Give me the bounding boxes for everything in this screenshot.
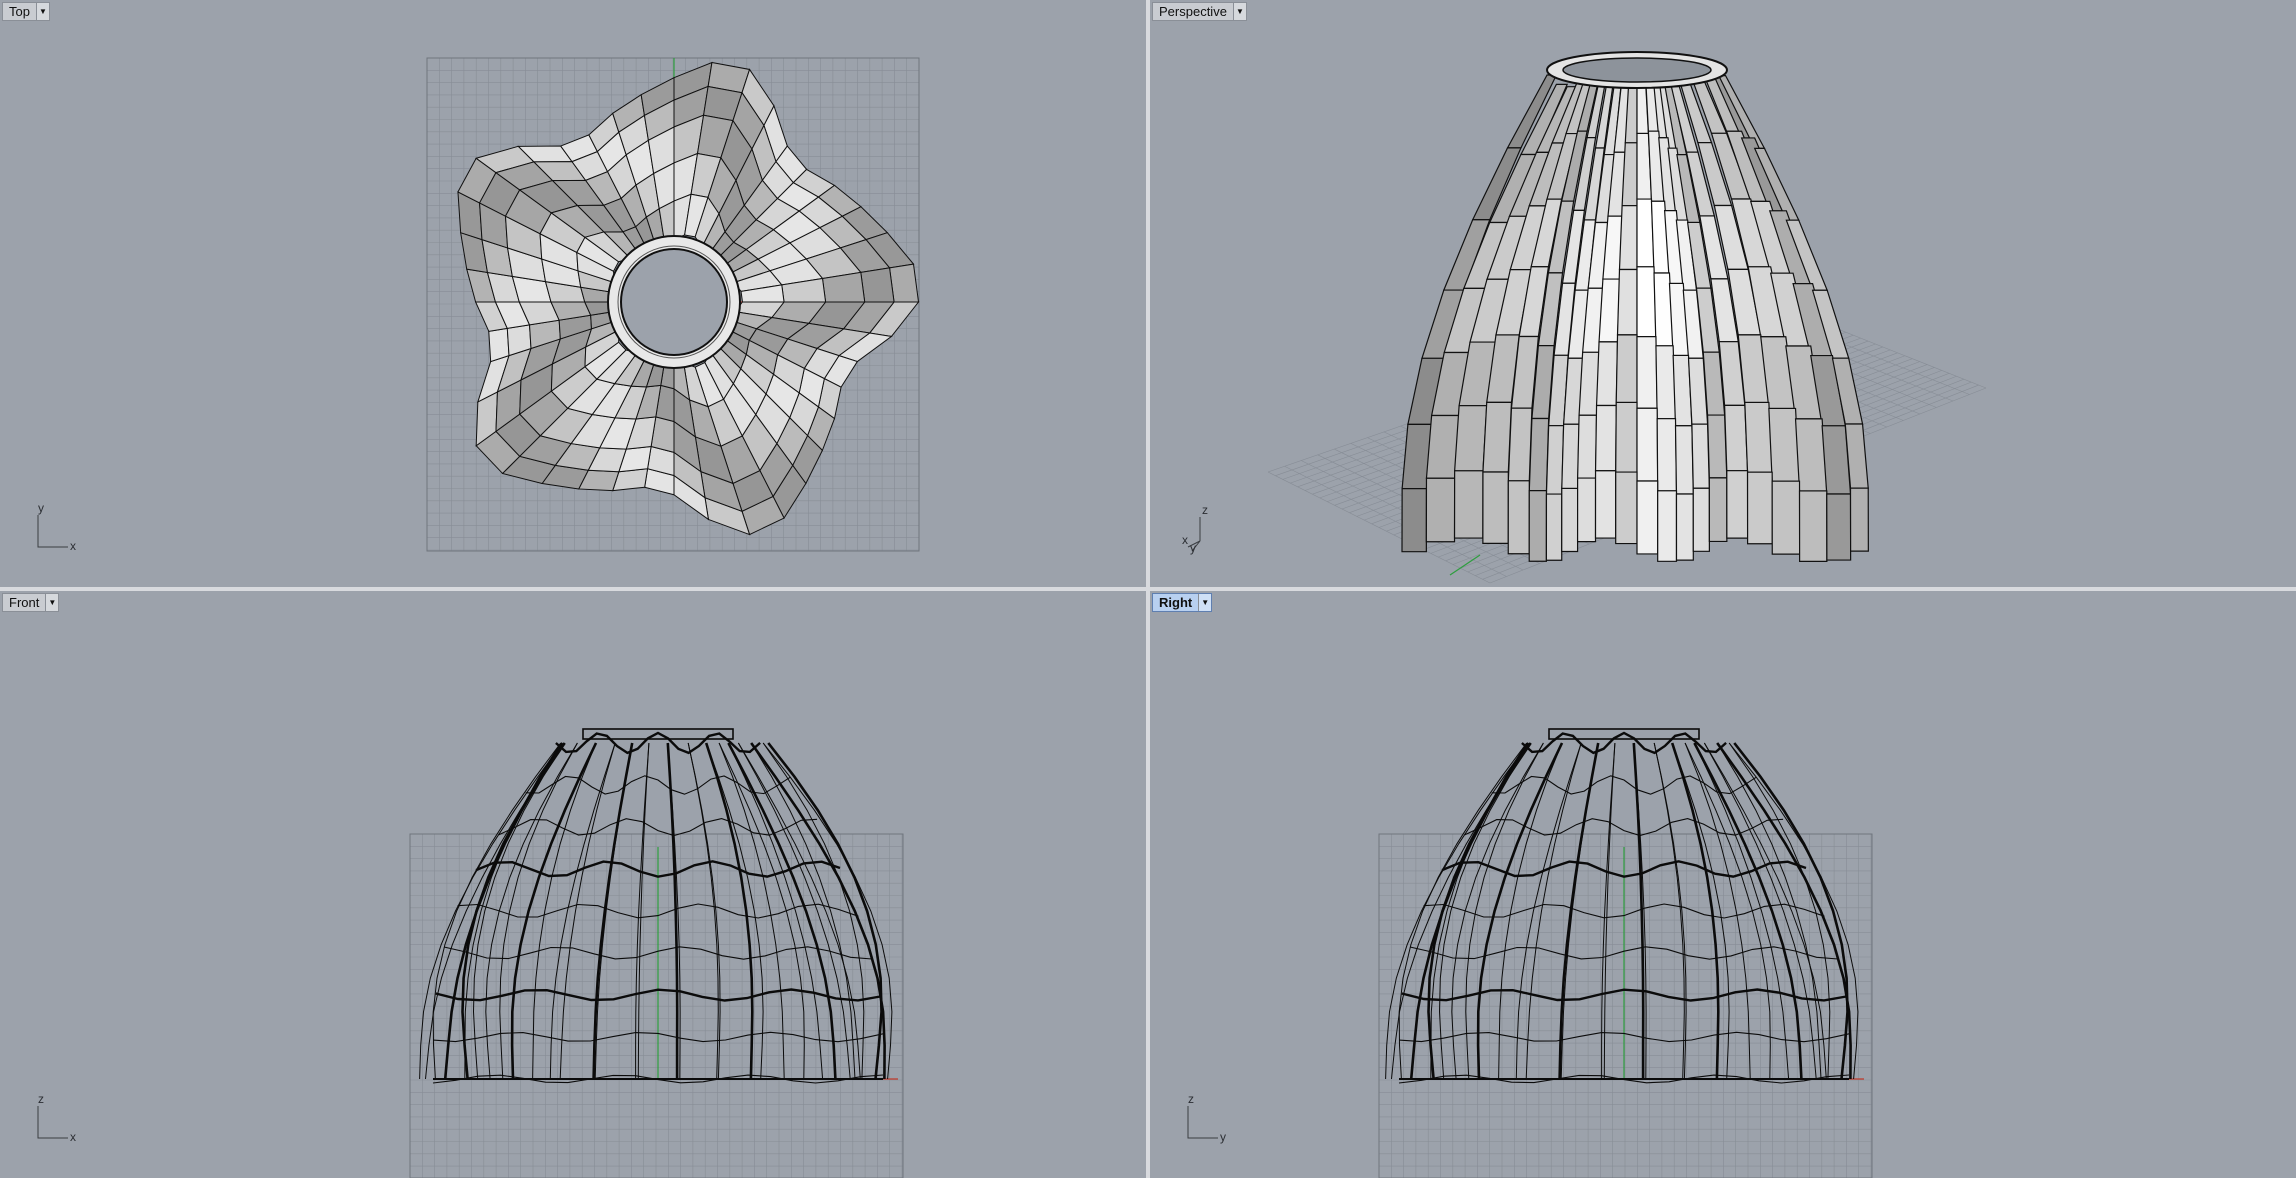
viewport-label: Front [9,595,40,610]
lamp-shade-mesh [1401,62,1869,562]
viewport-label: Top [9,4,30,19]
top-ring-hole [1562,57,1712,83]
chevron-down-icon[interactable]: ▼ [1232,3,1246,20]
world-axis-icon: z x [36,1092,86,1144]
chevron-down-icon[interactable]: ▼ [35,3,49,20]
top-view-scene[interactable] [0,0,1146,587]
viewport-front[interactable]: Front ▼ z x [0,591,1146,1178]
viewport-tab-front[interactable]: Front ▼ [2,593,60,612]
world-axis-icon: y x [36,501,86,553]
front-view-scene[interactable] [0,591,1146,1178]
viewport-top[interactable]: Top ▼ y x [0,0,1146,587]
viewport-right[interactable]: Right ▼ z y [1150,591,2296,1178]
axis-label-x: x [1182,533,1188,547]
viewport-tab-right[interactable]: Right ▼ [1152,593,1213,612]
viewport-tab-perspective[interactable]: Perspective ▼ [1152,2,1247,21]
viewport-tab-top[interactable]: Top ▼ [2,2,50,21]
axis-label-x: x [70,1130,76,1144]
viewport-label: Right [1159,595,1193,610]
axis-label-y: y [1220,1130,1226,1144]
axis-label-y: y [1190,541,1196,555]
world-axis-icon: z y [1186,1092,1236,1144]
chevron-down-icon[interactable]: ▼ [45,594,59,611]
axis-label-z: z [38,1092,44,1106]
top-ring-hole [620,248,728,356]
viewport-label: Perspective [1159,4,1227,19]
lamp-shade-wireframe [1385,728,1859,1084]
viewport-perspective[interactable]: Perspective ▼ z x y [1150,0,2296,587]
perspective-view-scene[interactable] [1150,0,2296,587]
axis-label-z: z [1188,1092,1194,1106]
world-axis-icon: z x y [1182,503,1236,555]
axis-label-y: y [38,501,44,515]
axis-label-z: z [1202,503,1208,517]
axis-label-x: x [70,539,76,553]
chevron-down-icon[interactable]: ▼ [1198,594,1212,611]
right-view-scene[interactable] [1150,591,2296,1178]
